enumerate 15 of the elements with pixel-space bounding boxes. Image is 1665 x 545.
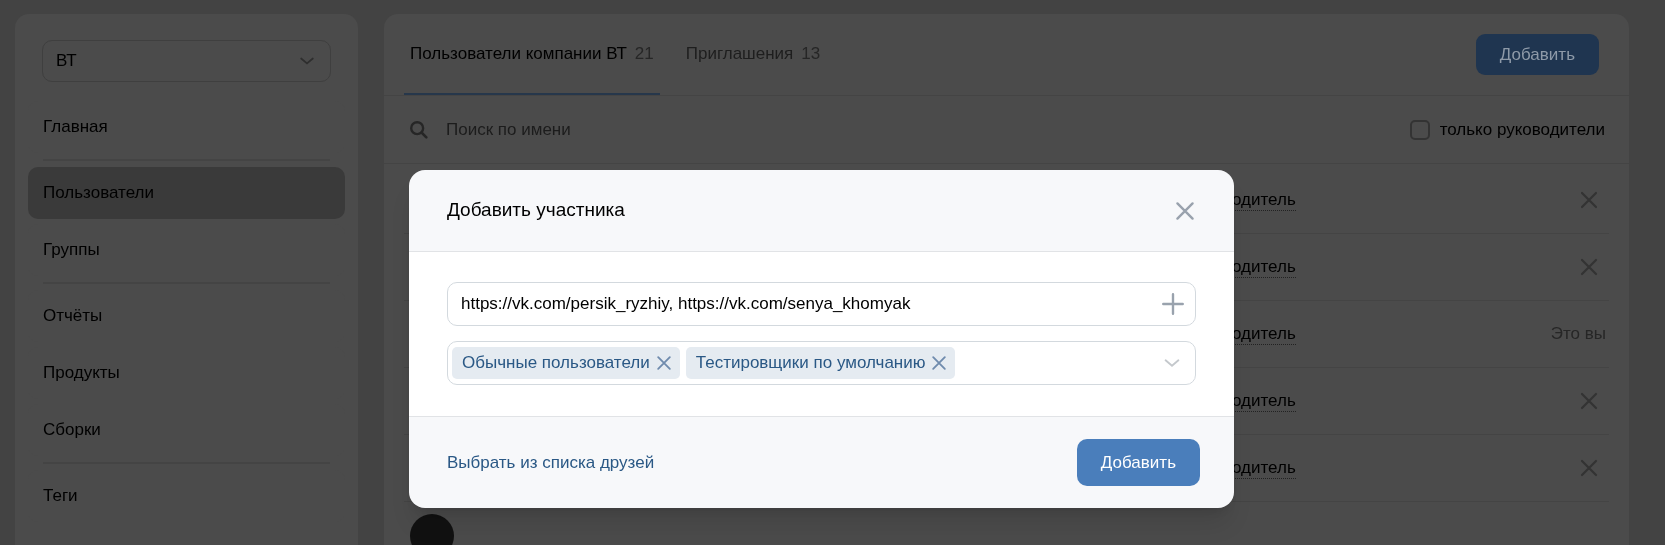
plus-icon[interactable] [1160, 291, 1186, 317]
add-button[interactable]: Добавить [1475, 34, 1599, 75]
groups-field[interactable]: Обычные пользователи Тестировщики по умолчанию [447, 341, 1196, 385]
org-select[interactable]: ВТ [42, 40, 331, 82]
avatar [410, 513, 454, 545]
tag-label: Обычные пользователи [462, 352, 650, 375]
checkbox[interactable] [1409, 119, 1430, 140]
submit-button[interactable]: Добавить [1076, 439, 1200, 486]
links-field[interactable]: https://vk.com/persik_ryzhiy, https://vk.com/senya_khomyak [447, 282, 1196, 326]
tag-label: Тестировщики по умолчанию [695, 352, 926, 375]
search-icon [408, 118, 430, 141]
friends-link[interactable]: Выбрать из списка друзей [447, 449, 655, 476]
nav-item[interactable]: Пользователи [28, 167, 345, 219]
dialog-title: Добавить участника [447, 198, 625, 223]
checkbox-label: только руководители [1439, 118, 1605, 141]
